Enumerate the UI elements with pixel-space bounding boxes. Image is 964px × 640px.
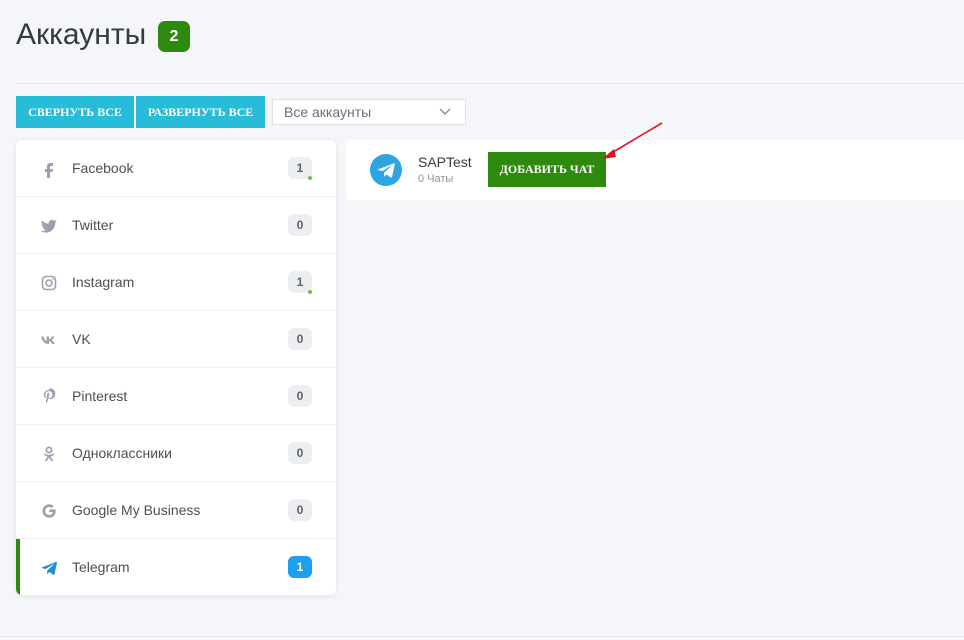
account-count-badge: 0 <box>288 214 312 236</box>
account-chats-count: 0 Чаты <box>418 173 454 185</box>
page-header: Аккаунты 2 <box>0 0 964 84</box>
pinterest-icon <box>40 388 58 406</box>
sidebar-item-telegram[interactable]: Telegram 1 <box>16 539 336 595</box>
sidebar-item-label: Telegram <box>72 559 130 575</box>
sidebar-item-odnoklassniki[interactable]: Одноклассники 0 <box>16 425 336 482</box>
account-count-badge: 0 <box>288 385 312 407</box>
sidebar-item-label: Twitter <box>72 217 114 233</box>
telegram-icon <box>370 154 402 186</box>
facebook-icon <box>40 160 58 178</box>
sidebar-item-label: Google My Business <box>72 502 201 518</box>
collapse-all-button[interactable]: СВЕРНУТЬ ВСЕ <box>16 96 134 128</box>
accounts-filter-value: Все аккаунты <box>284 104 372 120</box>
account-count-badge: 1 <box>288 556 312 578</box>
online-indicator <box>308 290 312 294</box>
online-indicator <box>308 176 312 180</box>
sidebar-item-label: Facebook <box>72 160 134 176</box>
expand-all-button[interactable]: РАЗВЕРНУТЬ ВСЕ <box>136 96 265 128</box>
account-name: SAPTest <box>418 154 472 170</box>
sidebar-item-label: Instagram <box>72 274 135 290</box>
sidebar-item-label: Pinterest <box>72 388 128 404</box>
sidebar-item-label: VK <box>72 331 91 347</box>
odnoklassniki-icon <box>40 445 58 463</box>
google-icon <box>40 502 58 520</box>
account-count-badge: 0 <box>288 499 312 521</box>
accounts-filter-select[interactable]: Все аккаунты <box>272 99 466 125</box>
annotation-arrow <box>602 122 663 159</box>
account-count-badge: 0 <box>288 328 312 350</box>
add-chat-button[interactable]: ДОБАВИТЬ ЧАТ <box>488 152 606 187</box>
vk-icon <box>40 331 58 349</box>
sidebar-item-google-my-business[interactable]: Google My Business 0 <box>16 482 336 539</box>
sidebar-item-instagram[interactable]: Instagram 1 <box>16 254 336 311</box>
footer-divider <box>0 636 964 637</box>
account-count-badge: 0 <box>288 442 312 464</box>
sidebar-item-label: Одноклассники <box>72 445 173 461</box>
telegram-icon <box>40 559 58 577</box>
sidebar-item-twitter[interactable]: Twitter 0 <box>16 197 336 254</box>
instagram-icon <box>40 274 58 292</box>
networks-sidebar: Facebook 1 Twitter 0 Instagram 1 VK 0 Pi… <box>16 140 336 595</box>
accounts-count-badge: 2 <box>158 21 190 52</box>
page-title: Аккаунты <box>16 18 147 51</box>
sidebar-item-pinterest[interactable]: Pinterest 0 <box>16 368 336 425</box>
sidebar-item-vk[interactable]: VK 0 <box>16 311 336 368</box>
chevron-down-icon <box>439 108 451 115</box>
twitter-icon <box>40 217 58 235</box>
sidebar-item-facebook[interactable]: Facebook 1 <box>16 140 336 197</box>
header-divider <box>16 83 964 84</box>
